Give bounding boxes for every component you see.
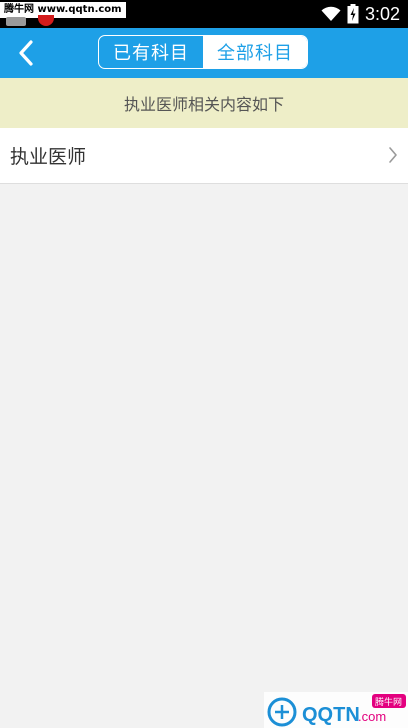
- notice-text: 执业医师相关内容如下: [123, 95, 284, 114]
- chevron-right-icon: [389, 147, 397, 163]
- site-watermark: QQTN .com 腾牛网: [264, 692, 408, 728]
- status-bar: 腾牛网 www.qqtn.com 3:02: [0, 0, 408, 28]
- battery-icon: [347, 4, 359, 24]
- subject-tabs: 已有科目 全部科目: [98, 35, 308, 69]
- tab-all-subjects[interactable]: 全部科目: [203, 36, 307, 68]
- tab-owned-subjects[interactable]: 已有科目: [99, 36, 203, 68]
- notice-banner: 执业医师相关内容如下: [0, 78, 408, 128]
- watermark-badge: 腾牛网 www.qqtn.com: [0, 2, 126, 18]
- status-time: 3:02: [364, 3, 400, 24]
- header: 已有科目 全部科目: [0, 28, 408, 78]
- chevron-left-icon: [19, 40, 33, 66]
- back-button[interactable]: [8, 34, 44, 72]
- site-logo-icon: QQTN .com 腾牛网: [264, 692, 408, 728]
- subject-list: 执业医师: [0, 128, 408, 184]
- wifi-icon: [321, 6, 341, 21]
- notification-app-icon: [6, 17, 26, 26]
- status-right: 3:02: [321, 0, 400, 28]
- list-item[interactable]: 执业医师: [0, 128, 408, 184]
- notification-app-icon: [38, 15, 54, 26]
- list-item-label: 执业医师: [10, 146, 87, 168]
- watermark-badge-text: 腾牛网: [375, 696, 402, 708]
- watermark-logo-text: QQTN: [302, 704, 360, 726]
- watermark-suffix: .com: [358, 709, 386, 724]
